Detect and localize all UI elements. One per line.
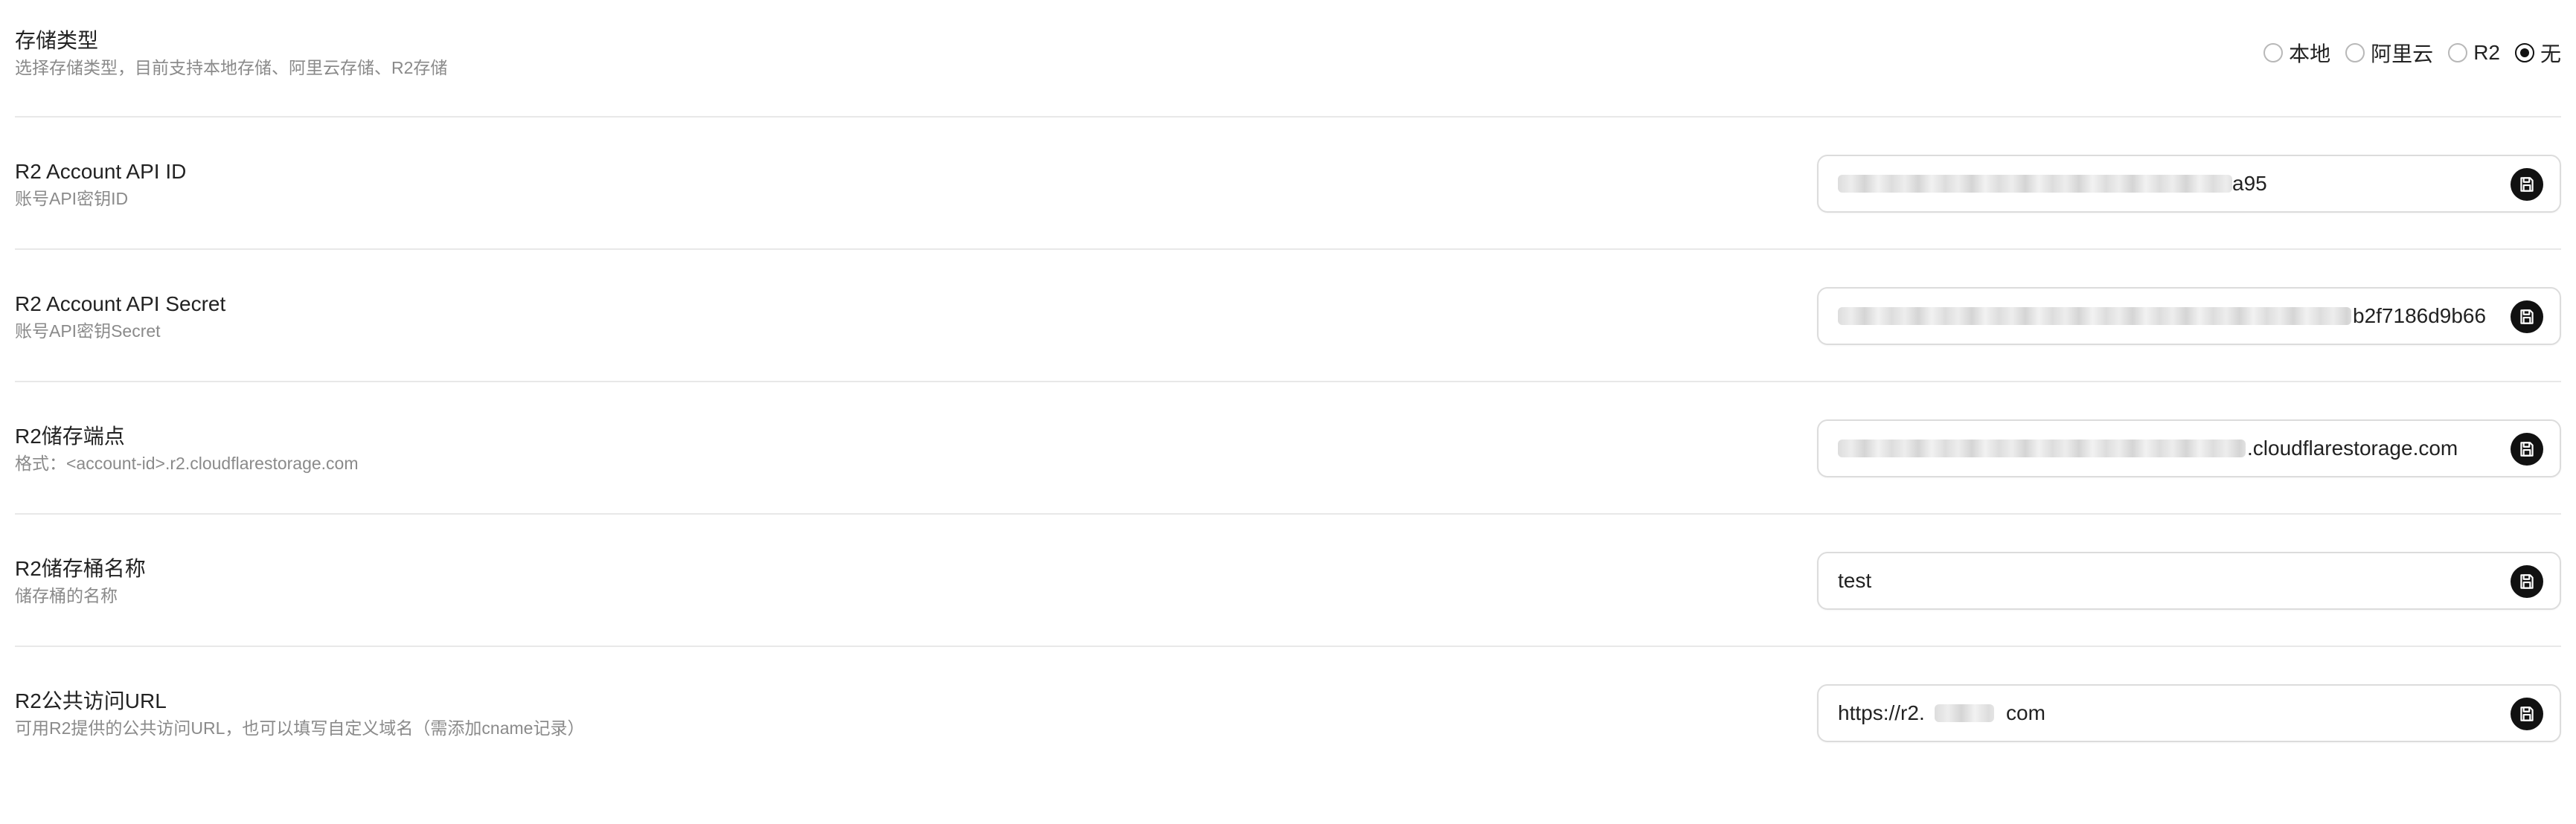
settings-page: 存储类型 选择存储类型，目前支持本地存储、阿里云存储、R2存储 本地 阿里云 R… [0, 0, 2576, 824]
r2-account-api-secret-field[interactable]: b2f7186d9b66 [1817, 287, 2561, 345]
r2-bucket-name-description: 储存桶的名称 [15, 586, 118, 605]
radio-circle-icon [2263, 43, 2284, 62]
save-icon [2520, 177, 2534, 192]
radio-option-r2[interactable]: R2 [2448, 41, 2500, 65]
r2-account-api-id-value[interactable]: a95 [1838, 156, 2488, 211]
r2-public-url-description: 可用R2提供的公共访问URL，也可以填写自定义域名（需添加cname记录） [15, 718, 585, 738]
r2-account-api-secret-label: R2 Account API Secret 账号API密钥Secret [15, 292, 1131, 342]
r2-bucket-name-row: R2储存桶名称 储存桶的名称 test [15, 515, 2561, 647]
save-button[interactable] [2511, 433, 2543, 466]
redacted-text [1838, 307, 2351, 325]
r2-endpoint-row: R2储存端点 格式：<account-id>.r2.cloudflarestor… [15, 382, 2561, 515]
r2-bucket-name-title: R2储存桶名称 [15, 557, 146, 580]
redacted-text [1935, 704, 1994, 722]
r2-endpoint-description: 格式：<account-id>.r2.cloudflarestorage.com [15, 454, 359, 473]
r2-endpoint-field[interactable]: .cloudflarestorage.com [1817, 419, 2561, 477]
r2-account-api-secret-value[interactable]: b2f7186d9b66 [1838, 289, 2488, 344]
r2-account-api-secret-title: R2 Account API Secret [15, 292, 226, 315]
save-button[interactable] [2511, 565, 2543, 598]
r2-public-url-label: R2公共访问URL 可用R2提供的公共访问URL，也可以填写自定义域名（需添加c… [15, 689, 1131, 739]
r2-public-url-value[interactable]: https://r2. com [1838, 686, 2488, 741]
storage-type-label: 存储类型 选择存储类型，目前支持本地存储、阿里云存储、R2存储 [15, 28, 1131, 79]
save-button[interactable] [2511, 300, 2543, 333]
save-button[interactable] [2511, 698, 2543, 730]
r2-account-api-secret-row: R2 Account API Secret 账号API密钥Secret b2f7… [15, 250, 2561, 382]
radio-option-label: 阿里云 [2371, 42, 2434, 65]
radio-option-local[interactable]: 本地 [2263, 38, 2330, 68]
radio-option-label: 本地 [2289, 42, 2331, 65]
radio-option-label: R2 [2473, 41, 2500, 64]
storage-type-radio-group: 本地 阿里云 R2 无 [2263, 38, 2561, 68]
storage-type-description: 选择存储类型，目前支持本地存储、阿里云存储、R2存储 [15, 58, 448, 77]
r2-account-api-id-field[interactable]: a95 [1817, 155, 2561, 213]
r2-account-api-id-visible-suffix: a95 [2232, 172, 2267, 195]
save-icon [2520, 706, 2534, 721]
save-icon [2520, 574, 2534, 589]
r2-endpoint-label: R2储存端点 格式：<account-id>.r2.cloudflarestor… [15, 424, 1131, 474]
radio-circle-icon [2448, 43, 2468, 62]
r2-account-api-secret-description: 账号API密钥Secret [15, 321, 161, 341]
r2-public-url-title: R2公共访问URL [15, 689, 167, 712]
r2-bucket-name-label: R2储存桶名称 储存桶的名称 [15, 556, 1131, 607]
r2-public-url-prefix: https://r2. [1838, 701, 1925, 724]
radio-option-label: 无 [2540, 42, 2561, 65]
r2-account-api-id-description: 账号API密钥ID [15, 189, 129, 208]
r2-endpoint-title: R2储存端点 [15, 425, 125, 448]
r2-endpoint-visible-suffix: .cloudflarestorage.com [2247, 437, 2458, 460]
radio-selected-icon [2514, 43, 2534, 62]
r2-bucket-name-field[interactable]: test [1817, 552, 2561, 610]
r2-bucket-name-value[interactable]: test [1838, 553, 2488, 608]
r2-public-url-suffix: com [2006, 701, 2045, 724]
radio-circle-icon [2345, 43, 2365, 62]
r2-public-url-row: R2公共访问URL 可用R2提供的公共访问URL，也可以填写自定义域名（需添加c… [15, 647, 2561, 779]
storage-type-row: 存储类型 选择存储类型，目前支持本地存储、阿里云存储、R2存储 本地 阿里云 R… [15, 0, 2561, 118]
redacted-text [1838, 440, 2246, 457]
r2-account-api-secret-visible-suffix: b2f7186d9b66 [2353, 304, 2487, 327]
redacted-text [1838, 175, 2232, 193]
save-icon [2520, 442, 2534, 457]
save-icon [2520, 309, 2534, 324]
r2-account-api-id-row: R2 Account API ID 账号API密钥ID a95 [15, 118, 2561, 250]
save-button[interactable] [2511, 168, 2543, 201]
r2-endpoint-value[interactable]: .cloudflarestorage.com [1838, 421, 2488, 476]
radio-option-none[interactable]: 无 [2514, 38, 2561, 68]
storage-type-title: 存储类型 [15, 29, 99, 52]
r2-account-api-id-title: R2 Account API ID [15, 160, 187, 183]
r2-public-url-field[interactable]: https://r2. com [1817, 684, 2561, 742]
r2-account-api-id-label: R2 Account API ID 账号API密钥ID [15, 159, 1131, 210]
radio-option-aliyun[interactable]: 阿里云 [2345, 38, 2433, 68]
